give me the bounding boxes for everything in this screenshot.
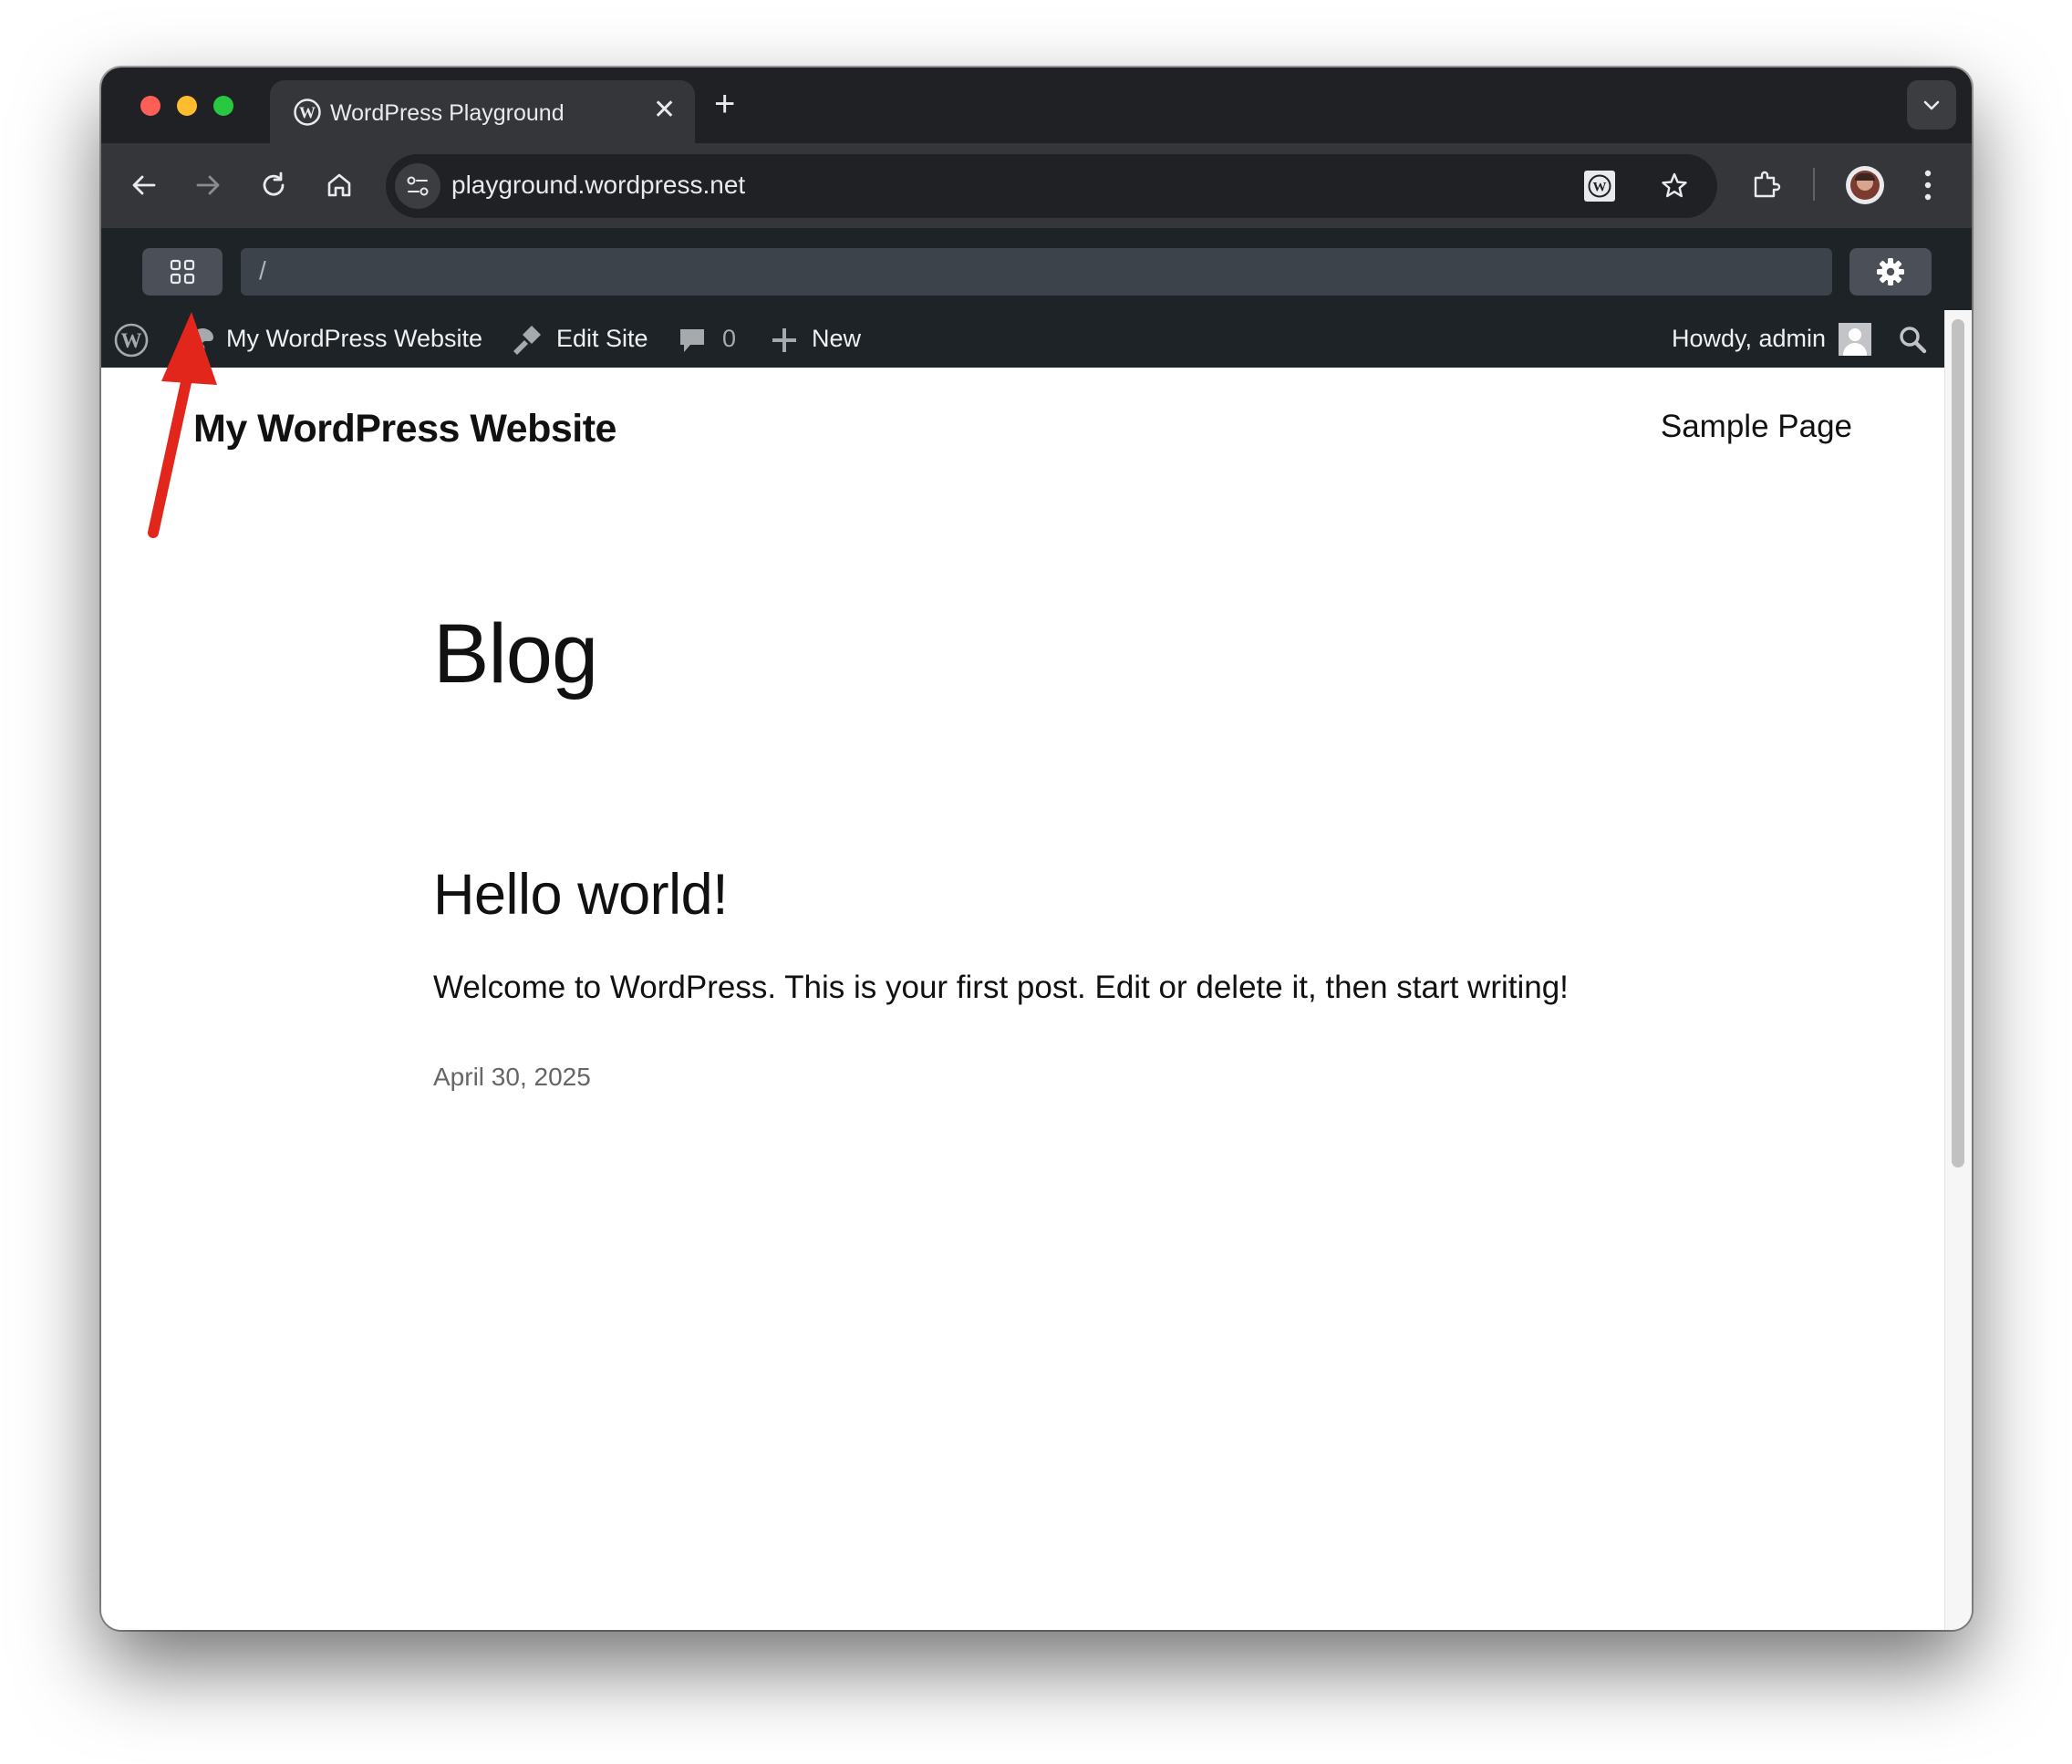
address-bar[interactable]: playground.wordpress.net W <box>386 154 1717 218</box>
comment-icon <box>680 329 704 352</box>
sites-manager-button[interactable] <box>142 248 223 296</box>
site-info-button[interactable] <box>395 163 440 209</box>
site-title[interactable]: My WordPress Website <box>193 407 616 451</box>
extensions-icon[interactable] <box>1750 169 1783 202</box>
home-icon[interactable] <box>324 170 355 201</box>
tab-search-button[interactable] <box>1907 80 1956 130</box>
playground-extension-button[interactable]: W <box>1584 171 1615 202</box>
post-date: April 30, 2025 <box>433 1063 591 1091</box>
tab-strip: W WordPress Playground ✕ + <box>101 67 1972 143</box>
search-icon[interactable] <box>1898 325 1927 354</box>
toolbar-divider <box>1813 168 1815 201</box>
profile-avatar[interactable] <box>1846 166 1884 204</box>
maximize-window-button[interactable] <box>213 96 233 116</box>
playground-path-value: / <box>259 256 266 285</box>
gear-icon <box>1877 258 1904 285</box>
new-tab-button[interactable]: + <box>714 84 735 125</box>
grid-icon <box>170 259 195 285</box>
reload-icon[interactable] <box>258 170 289 201</box>
browser-window: W WordPress Playground ✕ + playground.wo… <box>101 67 1972 1630</box>
avatar[interactable] <box>1839 323 1871 356</box>
browser-tab[interactable]: W WordPress Playground ✕ <box>270 80 695 143</box>
playground-path-input[interactable]: / <box>241 248 1832 296</box>
nav-link-sample-page[interactable]: Sample Page <box>1661 409 1852 445</box>
wordpress-logo-icon: W <box>1588 174 1611 198</box>
admin-bar-site-name[interactable]: My WordPress Website <box>226 310 482 368</box>
playground-settings-button[interactable] <box>1849 248 1932 296</box>
kebab-menu-icon[interactable] <box>1922 168 1933 202</box>
bookmark-star-icon[interactable] <box>1659 171 1690 202</box>
edit-site-icon <box>513 326 541 355</box>
admin-bar-greeting[interactable]: Howdy, admin <box>1672 310 1826 368</box>
svg-text:W: W <box>299 104 316 122</box>
site-info-icon <box>407 176 429 196</box>
url-text[interactable]: playground.wordpress.net <box>451 171 745 200</box>
back-icon[interactable] <box>129 170 160 201</box>
forward-icon[interactable] <box>192 170 223 201</box>
admin-bar-edit-site[interactable]: Edit Site <box>556 310 648 368</box>
page-title: Blog <box>433 607 598 700</box>
minimize-window-button[interactable] <box>177 96 197 116</box>
close-window-button[interactable] <box>140 96 161 116</box>
wp-admin-bar: W My WordPress Website Edit Site 0 New H… <box>101 310 1944 368</box>
admin-bar-new[interactable]: New <box>812 310 861 368</box>
post-excerpt: Welcome to WordPress. This is your first… <box>433 970 1569 1005</box>
admin-bar-comments-count[interactable]: 0 <box>722 310 736 368</box>
scrollbar-thumb[interactable] <box>1952 319 1964 1167</box>
plus-icon <box>772 328 796 352</box>
tab-title: WordPress Playground <box>330 100 565 126</box>
tab-close-button[interactable]: ✕ <box>653 94 676 126</box>
annotation-arrow <box>148 312 217 538</box>
svg-text:W: W <box>1593 181 1607 195</box>
post-title[interactable]: Hello world! <box>433 862 729 928</box>
chevron-down-icon <box>1923 100 1940 110</box>
site-content: My WordPress Website Sample Page Blog He… <box>101 368 1944 1630</box>
wordpress-logo-icon: W <box>294 99 321 126</box>
scrollbar[interactable] <box>1944 310 1972 1630</box>
